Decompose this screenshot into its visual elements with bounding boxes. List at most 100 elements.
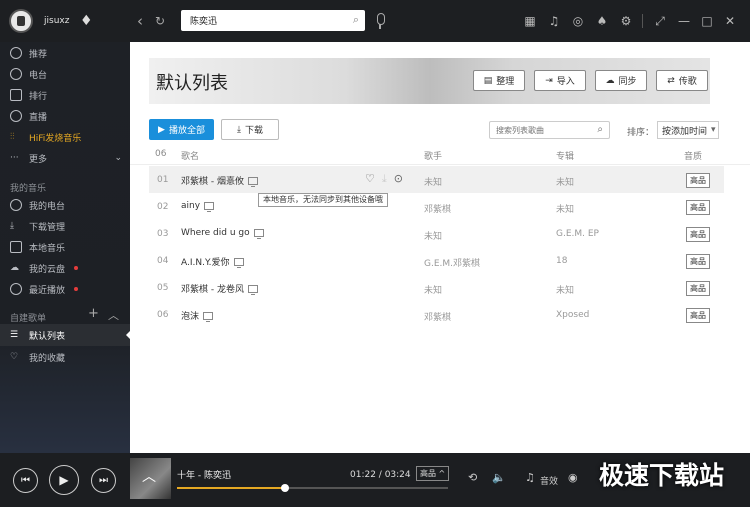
- list-search-box: ⌕: [489, 121, 610, 139]
- song-singer[interactable]: 邓紫棋: [424, 202, 451, 215]
- search-input[interactable]: [181, 10, 341, 31]
- progress-track[interactable]: [177, 484, 448, 492]
- sound-effect-label[interactable]: 音效: [540, 474, 558, 487]
- local-music-icon[interactable]: [247, 284, 258, 295]
- song-singer[interactable]: 未知: [424, 229, 442, 242]
- local-music-icon[interactable]: [253, 229, 264, 239]
- album-cover[interactable]: [130, 458, 171, 499]
- song-singer[interactable]: 邓紫棋: [424, 310, 451, 323]
- settings-gear-icon[interactable]: ⚙: [618, 13, 634, 29]
- table-header: 06 歌名 歌手 专辑 音质: [130, 149, 750, 165]
- list-search-input[interactable]: [490, 122, 590, 138]
- header-singer[interactable]: 歌手: [424, 149, 442, 162]
- microphone-icon[interactable]: [374, 12, 386, 30]
- local-music-icon[interactable]: [204, 202, 215, 212]
- sidebar-item-favorites[interactable]: ♡ 我的收藏: [10, 349, 65, 365]
- table-row[interactable]: 04 A.I.N.Y.爱你 G.E.M.邓紫棋 18 高品: [149, 247, 724, 274]
- sidebar-item-cloud[interactable]: ☁ 我的云盘: [10, 260, 79, 276]
- local-music-icon[interactable]: [233, 257, 244, 268]
- header-quality[interactable]: 音质: [684, 149, 702, 162]
- song-name[interactable]: 泡沫: [181, 309, 214, 322]
- table-row[interactable]: 01 邓紫棋 - 烟憙攸 ♡ ⤓ ⊙ 未知 未知 高品: [149, 166, 724, 193]
- song-album[interactable]: 未知: [556, 202, 574, 215]
- progress-knob[interactable]: [281, 484, 290, 492]
- maximize-icon[interactable]: □: [699, 13, 715, 29]
- more-icon[interactable]: ⊙: [394, 172, 403, 186]
- sidebar-item-default-list[interactable]: ☰ 默认列表: [10, 327, 65, 343]
- refresh-icon[interactable]: ↻: [152, 12, 168, 30]
- sidebar-item-recommend[interactable]: 推荐: [10, 45, 47, 61]
- header-album[interactable]: 专辑: [556, 149, 574, 162]
- table-row[interactable]: 03 Where did u go 未知 G.E.M. EP 高品: [149, 220, 724, 247]
- sidebar-item-label: 本地音乐: [29, 243, 66, 254]
- previous-track-button[interactable]: ⏮: [13, 468, 38, 493]
- song-singer[interactable]: G.E.M.邓紫棋: [424, 256, 480, 269]
- song-name[interactable]: Where did u go: [181, 228, 264, 239]
- button-label: 传歌: [678, 77, 697, 87]
- download-button[interactable]: ⤓ 下载: [221, 119, 279, 140]
- shirt-icon[interactable]: ♠: [594, 13, 610, 29]
- sidebar-item-hifi[interactable]: ⫶⫶ HiFi发烧音乐: [10, 129, 81, 145]
- sidebar-item-local-music[interactable]: 本地音乐: [10, 239, 65, 255]
- loop-mode-icon[interactable]: ⟲: [468, 471, 477, 484]
- back-icon[interactable]: ‹: [132, 12, 148, 30]
- song-title: A.I.N.Y.爱你: [181, 258, 230, 268]
- now-playing-title[interactable]: 十年 - 陈奕迅: [177, 468, 231, 481]
- local-music-icon[interactable]: [247, 176, 258, 187]
- sidebar-item-my-radio[interactable]: 我的电台: [10, 197, 65, 213]
- sort-select[interactable]: 按添加时间 ▾: [657, 121, 719, 139]
- organize-icon: ▤: [483, 75, 493, 86]
- organize-button[interactable]: ▤ 整理: [473, 70, 525, 91]
- headphone-icon[interactable]: ♫: [546, 13, 562, 29]
- sync-button[interactable]: ☁ 同步: [595, 70, 647, 91]
- sound-effect-icon[interactable]: ♫: [525, 471, 535, 484]
- next-track-button[interactable]: ⏭: [91, 468, 116, 493]
- song-album[interactable]: 18: [556, 256, 567, 266]
- play-all-button[interactable]: ▶ 播放全部: [149, 119, 214, 140]
- song-album[interactable]: 未知: [556, 175, 574, 188]
- sidebar-item-more[interactable]: ··· 更多 ⌄: [10, 150, 122, 166]
- local-music-icon[interactable]: [203, 311, 214, 322]
- top-bar: jisuxz ♦ ‹ ↻ ⌕ ▦ ♫ ◎ ♠ ⚙ ⤢ — □ ✕: [0, 0, 750, 42]
- heart-icon[interactable]: ♡: [365, 172, 375, 186]
- song-name[interactable]: 邓紫棋 - 烟憙攸: [181, 174, 258, 187]
- download-icon[interactable]: ⤓: [382, 172, 387, 186]
- song-album[interactable]: 未知: [556, 283, 574, 296]
- sidebar-item-chart[interactable]: 排行: [10, 87, 47, 103]
- play-button[interactable]: ▶: [49, 465, 79, 495]
- song-singer[interactable]: 未知: [424, 283, 442, 296]
- header-name[interactable]: 歌名: [181, 149, 199, 162]
- song-singer[interactable]: 未知: [424, 175, 442, 188]
- list-icon: ☰: [10, 330, 19, 340]
- search-icon[interactable]: ⌕: [597, 124, 603, 135]
- add-playlist-icon[interactable]: +: [88, 306, 99, 321]
- sort-value: 按添加时间: [662, 126, 708, 137]
- quality-select[interactable]: 高品 ^: [416, 466, 450, 481]
- skin-icon[interactable]: ▦: [522, 13, 538, 29]
- volume-icon[interactable]: 🔈: [492, 471, 506, 484]
- import-button[interactable]: ⇥ 导入: [534, 70, 586, 91]
- sidebar-item-download-manager[interactable]: ⤓ 下载管理: [10, 218, 65, 234]
- row-number: 02: [157, 202, 169, 212]
- user-name[interactable]: jisuxz: [44, 16, 69, 26]
- song-name[interactable]: ainy: [181, 201, 215, 212]
- table-row[interactable]: 06 泡沫 邓紫棋 Xposed 高品: [149, 301, 724, 328]
- vip-diamond-icon[interactable]: ♦: [80, 13, 96, 29]
- transfer-button[interactable]: ⇄ 传歌: [656, 70, 708, 91]
- table-row[interactable]: 05 邓紫棋 - 龙卷风 未知 未知 高品: [149, 274, 724, 301]
- table-row[interactable]: 02 ainy 邓紫棋 未知 高品: [149, 193, 724, 220]
- song-album[interactable]: G.E.M. EP: [556, 229, 599, 239]
- sidebar-item-recent[interactable]: 最近播放: [10, 281, 79, 297]
- game-icon[interactable]: ◎: [570, 13, 586, 29]
- mini-mode-icon[interactable]: ⤢: [652, 13, 668, 29]
- song-name[interactable]: 邓紫棋 - 龙卷风: [181, 282, 258, 295]
- user-avatar[interactable]: [9, 9, 33, 33]
- chevron-up-icon[interactable]: ︿: [108, 307, 119, 323]
- search-icon[interactable]: ⌕: [353, 13, 359, 27]
- song-name[interactable]: A.I.N.Y.爱你: [181, 255, 244, 268]
- sidebar-item-live[interactable]: 直播: [10, 108, 47, 124]
- close-icon[interactable]: ✕: [722, 13, 738, 29]
- song-album[interactable]: Xposed: [556, 310, 589, 320]
- sidebar-item-radio[interactable]: 电台: [10, 66, 47, 82]
- minimize-icon[interactable]: —: [676, 13, 692, 29]
